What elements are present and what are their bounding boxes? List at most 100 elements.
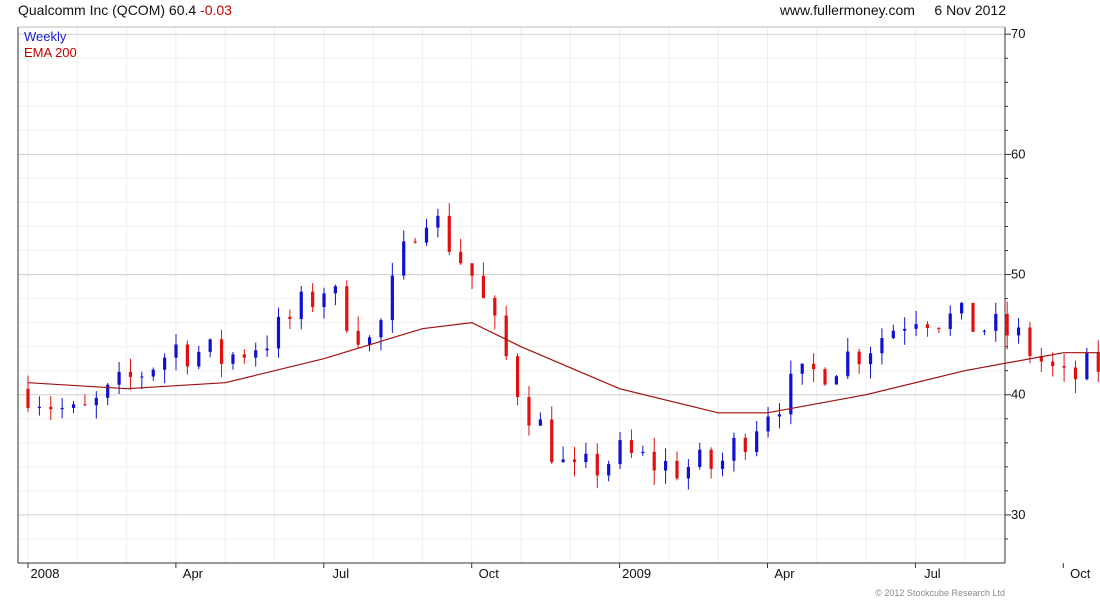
candle-body — [49, 406, 53, 410]
candle-body — [470, 263, 474, 276]
candle-body — [698, 449, 702, 467]
candle-body — [128, 371, 133, 377]
candle-body — [424, 227, 429, 243]
x-tick-label: Apr — [774, 566, 795, 581]
candle-body — [686, 466, 690, 479]
candle-body — [1096, 352, 1100, 372]
candle-body — [880, 338, 884, 354]
candle-body — [891, 330, 895, 339]
candle-body — [493, 297, 497, 316]
candle-body — [675, 460, 679, 479]
candle-body — [299, 291, 303, 320]
candle-body — [914, 324, 918, 329]
candle-body — [766, 416, 770, 432]
candle-body — [1016, 327, 1021, 336]
candle-body — [174, 344, 178, 358]
candle-body — [903, 328, 907, 331]
candle-body — [994, 313, 998, 331]
candle-body — [629, 440, 634, 454]
candle-body — [185, 344, 189, 367]
candle-body — [868, 353, 873, 365]
candle-body — [83, 404, 87, 406]
candle-body — [584, 453, 588, 463]
candle-body — [208, 339, 212, 352]
candle-body — [720, 460, 725, 469]
candle-body — [379, 320, 383, 338]
candle-body — [572, 459, 577, 463]
candle-body — [1073, 367, 1078, 380]
candle-body — [937, 328, 941, 330]
candle-body — [618, 440, 622, 465]
candle-body — [311, 291, 315, 308]
candle-body — [1051, 361, 1055, 367]
candle-body — [607, 464, 611, 476]
candle-body — [846, 351, 850, 377]
candle-body — [1062, 366, 1066, 368]
candle-body — [459, 251, 463, 264]
chart-legend: Weekly EMA 200 — [24, 29, 77, 61]
candle-body — [550, 419, 554, 463]
candle-body — [356, 330, 360, 345]
candle-body — [163, 357, 167, 370]
candle-body — [812, 363, 816, 370]
candle-body — [1005, 313, 1009, 336]
candle-body — [413, 241, 417, 243]
candle-body — [948, 313, 952, 330]
y-tick-label: 60 — [1011, 146, 1025, 161]
candle-body — [1085, 352, 1089, 380]
candle-body — [333, 286, 338, 294]
price-chart: 30405060702008AprJulOct2009AprJulOct2010… — [17, 26, 1100, 581]
candle-body — [219, 339, 224, 364]
candle-body — [276, 316, 281, 349]
candle-body — [242, 354, 246, 358]
candle-body — [71, 404, 76, 408]
candle-body — [1028, 327, 1032, 357]
candle-body — [37, 406, 41, 408]
candle-body — [504, 315, 508, 357]
candle-body — [641, 451, 645, 454]
x-tick-label: Oct — [479, 566, 500, 581]
candle-body — [231, 354, 235, 364]
candle-body — [436, 215, 440, 228]
candle-body — [800, 363, 804, 374]
candle-body — [823, 369, 827, 385]
x-tick-label: 2008 — [31, 566, 60, 581]
candle-body — [106, 384, 110, 398]
y-tick-label: 70 — [1011, 26, 1025, 41]
candle-body — [345, 286, 349, 331]
candle-body — [743, 437, 747, 453]
candle-body — [60, 407, 64, 410]
y-tick-label: 40 — [1011, 387, 1025, 402]
candle-body — [322, 293, 326, 308]
candle-body — [595, 453, 599, 476]
candle-body — [857, 351, 861, 365]
candle-body — [561, 459, 565, 463]
candle-body — [151, 369, 155, 377]
candle-body — [982, 330, 986, 332]
candle-body — [402, 241, 406, 276]
candle-body — [663, 460, 668, 471]
candle-body — [709, 449, 713, 469]
candle-body — [652, 451, 656, 471]
y-tick-label: 50 — [1011, 267, 1025, 282]
x-tick-label: Jul — [332, 566, 349, 581]
copyright-notice: © 2012 Stockcube Research Ltd — [875, 588, 1005, 598]
candle-body — [367, 337, 372, 345]
plot-background — [18, 27, 1005, 563]
candle-body — [538, 419, 542, 426]
candle-body — [288, 316, 292, 320]
candle-body — [265, 348, 269, 351]
x-tick-label: Apr — [183, 566, 204, 581]
candle-body — [515, 356, 520, 398]
candle-body — [140, 376, 144, 378]
candle-body — [777, 414, 782, 417]
candle-body — [971, 302, 975, 332]
y-tick-label: 30 — [1011, 507, 1025, 522]
candle-body — [197, 351, 201, 367]
x-tick-label: Oct — [1070, 566, 1091, 581]
candle-body — [254, 350, 258, 358]
candle-body — [117, 371, 121, 385]
legend-weekly: Weekly — [24, 29, 67, 44]
x-tick-label: 2009 — [622, 566, 651, 581]
legend-ema: EMA 200 — [24, 45, 77, 60]
